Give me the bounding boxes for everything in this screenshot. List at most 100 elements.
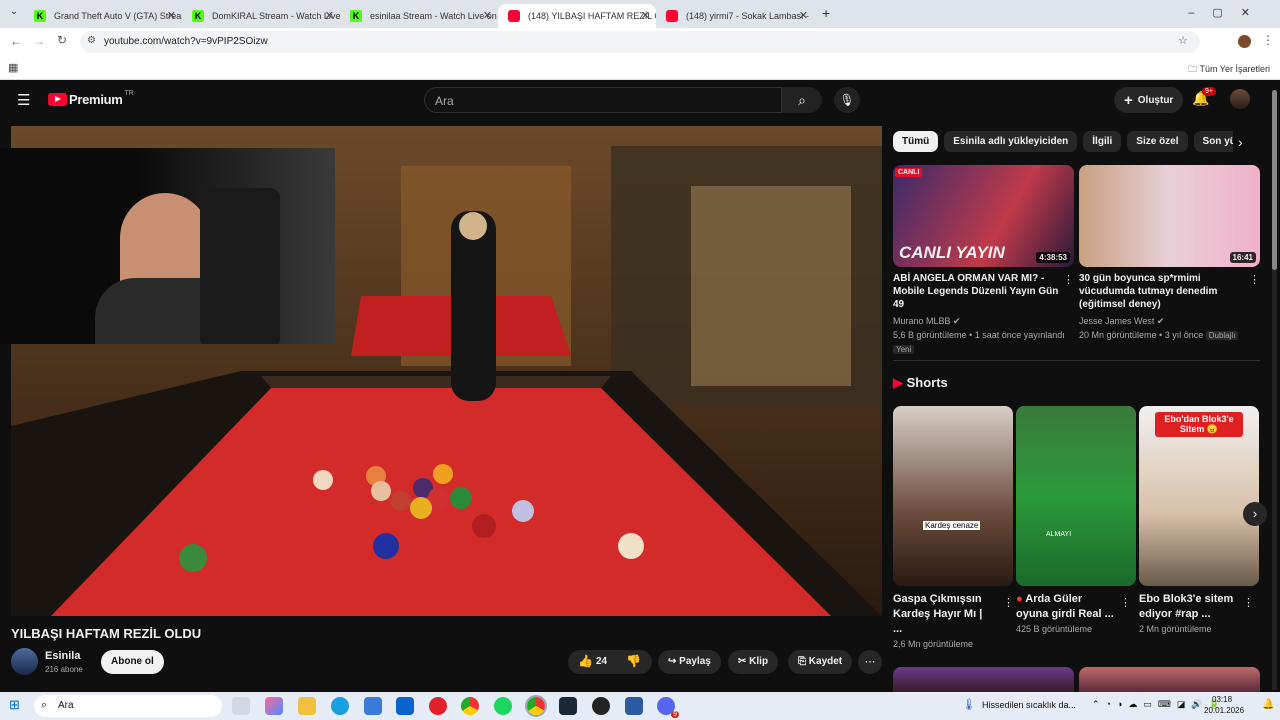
short-thumbnail[interactable]: Ebo'dan Blok3'e Sitem 😠 <box>1139 406 1259 586</box>
chrome-icon[interactable] <box>461 697 479 715</box>
copilot-icon[interactable] <box>265 697 283 715</box>
notification-bell-icon[interactable]: 🔔 <box>1262 699 1274 710</box>
channel-name[interactable]: Esinila <box>45 650 80 662</box>
kebab-menu-icon[interactable]: ⋮ <box>1063 273 1074 286</box>
short-2[interactable]: ALMAYI ● Arda Güler oyuna girdi Real ...… <box>1016 406 1136 634</box>
chip-uploader[interactable]: Esinila adlı yükleyiciden <box>944 131 1078 152</box>
hamburger-menu-icon[interactable]: ☰ <box>17 91 30 109</box>
shorts-next-button[interactable]: › <box>1243 502 1267 526</box>
chip-for-you[interactable]: Size özel <box>1127 131 1188 152</box>
windows-start-icon[interactable]: ⊞ <box>9 697 20 713</box>
store-icon[interactable] <box>364 697 382 715</box>
channel-name[interactable]: Murano MLBB <box>893 316 951 326</box>
create-button[interactable]: + Oluştur <box>1114 87 1184 113</box>
tab-title: (148) YILBAŞI HAFTAM REZİL O <box>528 11 656 21</box>
back-icon[interactable]: ← <box>10 34 22 48</box>
tab-5[interactable]: (148) yirmi7 - Sokak Lambası - ✕ <box>656 4 814 28</box>
close-icon[interactable]: ✕ <box>167 9 176 22</box>
related-video-1[interactable]: CANLI CANLI YAYIN 4:38:53 ABİ ANGELA ORM… <box>893 165 1074 357</box>
short-3[interactable]: Ebo'dan Blok3'e Sitem 😠 Ebo Blok3'e site… <box>1139 406 1259 634</box>
apps-grid-icon[interactable]: ▦ <box>8 61 18 74</box>
profile-avatar[interactable] <box>1238 35 1251 48</box>
related-video-2[interactable]: 16:41 30 gün boyunca sp*rmimi vücudumda … <box>1079 165 1260 343</box>
bookmark-star-icon[interactable]: ☆ <box>1178 34 1188 47</box>
page-scrollbar[interactable] <box>1272 90 1277 690</box>
account-avatar[interactable] <box>1230 89 1250 109</box>
search-input[interactable]: Ara <box>424 87 782 113</box>
chevron-right-icon[interactable]: › <box>1238 134 1243 150</box>
kebab-menu-icon[interactable]: ⋮ <box>1249 273 1260 286</box>
like-button[interactable]: 👍 <box>578 654 593 668</box>
chrome-active-icon[interactable] <box>525 695 547 717</box>
reload-icon[interactable]: ↻ <box>57 33 67 47</box>
menu-icon[interactable]: ⋮ <box>1262 33 1274 47</box>
close-icon[interactable]: ✕ <box>325 9 334 22</box>
clip-button[interactable]: ✂ Klip <box>728 650 779 674</box>
url-text: youtube.com/watch?v=9vPIP2SOizw <box>104 36 268 47</box>
short-1[interactable]: Kardeş cenaze Gaspa Çıkmışsın Kardeş Hay… <box>893 406 1014 649</box>
discord-icon[interactable]: 9 <box>657 697 679 718</box>
share-button[interactable]: ↪ Paylaş <box>658 650 721 674</box>
tab-search-icon[interactable]: ⌄ <box>6 6 22 22</box>
more-actions-button[interactable]: ⋯ <box>858 650 882 674</box>
video-thumbnail[interactable]: 16:41 <box>1079 165 1260 267</box>
obs-icon[interactable] <box>592 697 610 715</box>
windows-taskbar: ⊞ ⌕ Ara 9 🌡 Hissedilen sıcaklık da... ⌃◔◑… <box>0 692 1280 720</box>
kebab-menu-icon[interactable]: ⋮ <box>1003 596 1014 609</box>
save-button[interactable]: ⎘ Kaydet <box>788 650 853 674</box>
kebab-menu-icon[interactable]: ⋮ <box>1120 596 1131 609</box>
live-tag: CANLI <box>895 168 923 177</box>
tab-4-active[interactable]: (148) YILBAŞI HAFTAM REZİL O ✕ <box>498 4 656 28</box>
close-icon[interactable]: ✕ <box>799 9 808 22</box>
youtube-logo[interactable]: Premium TR <box>48 90 134 107</box>
tab-3[interactable]: Kesinilaa Stream - Watch Live on ✕ <box>340 4 498 28</box>
site-info-icon[interactable]: ⚙ <box>87 35 96 46</box>
video-thumbnail-partial[interactable] <box>893 667 1074 692</box>
tab-1[interactable]: K Grand Theft Auto V (GTA) Stream ✕ <box>24 4 182 28</box>
chip-recent[interactable]: Son yüklenenler <box>1193 131 1233 152</box>
clock-time[interactable]: 03:18 <box>1212 695 1232 704</box>
chip-related[interactable]: İlgili <box>1083 131 1122 152</box>
search-button[interactable]: ⌕ <box>782 87 822 113</box>
duration-badge: 4:38:53 <box>1036 252 1070 263</box>
subscribe-button[interactable]: Abone ol <box>101 650 164 674</box>
close-icon[interactable]: ✕ <box>641 9 650 22</box>
task-view-icon[interactable] <box>232 697 250 715</box>
kebab-menu-icon[interactable]: ⋮ <box>1243 596 1254 609</box>
chip-all[interactable]: Tümü <box>893 131 939 152</box>
short-thumbnail[interactable]: Kardeş cenaze <box>893 406 1013 586</box>
all-bookmarks[interactable]: 🗀 Tüm Yer İşaretleri <box>1188 62 1270 78</box>
divider <box>893 360 1260 361</box>
forward-icon[interactable]: → <box>33 34 45 48</box>
dislike-button[interactable]: 👎 <box>626 654 641 668</box>
address-bar-row: ← → ↻ ⚙ youtube.com/watch?v=9vPIP2SOizw … <box>0 28 1280 56</box>
opera-icon[interactable] <box>429 697 447 715</box>
window-controls[interactable]: –▢✕ <box>1188 6 1268 19</box>
tab-2[interactable]: K DomKIRAL Stream - Watch Live ✕ <box>182 4 340 28</box>
video-title: YILBAŞI HAFTAM REZİL OLDU <box>11 626 202 641</box>
file-explorer-icon[interactable] <box>298 697 316 715</box>
bookmarks-bar: ▦ 🗀 Tüm Yer İşaretleri <box>0 56 1280 80</box>
steam-icon[interactable] <box>559 697 577 715</box>
clock-date[interactable]: 20.01.2026 <box>1204 706 1244 715</box>
channel-avatar[interactable] <box>11 648 38 675</box>
taskbar-search[interactable]: ⌕ Ara <box>34 695 222 717</box>
weather-text[interactable]: Hissedilen sıcaklık da... <box>982 700 1076 710</box>
outlook-icon[interactable] <box>396 697 414 715</box>
edge-icon[interactable] <box>331 697 349 715</box>
notifications-button[interactable]: 🔔 9+ <box>1192 87 1216 107</box>
short-thumbnail[interactable]: ALMAYI <box>1016 406 1136 586</box>
video-thumbnail-partial[interactable] <box>1079 667 1260 692</box>
spotify-icon[interactable] <box>494 697 512 715</box>
new-tab-icon[interactable]: + <box>822 5 830 21</box>
youtube-icon <box>508 10 520 22</box>
app-icon[interactable] <box>625 697 643 715</box>
close-icon[interactable]: ✕ <box>483 9 492 22</box>
scissors-icon: ✂ <box>738 656 750 667</box>
verified-icon: ✔ <box>953 316 961 326</box>
url-field[interactable]: ⚙ youtube.com/watch?v=9vPIP2SOizw ☆ <box>80 31 1200 53</box>
voice-search-button[interactable]: 🎙 <box>834 87 860 113</box>
shorts-heading: ▶ Shorts <box>893 375 948 390</box>
video-thumbnail[interactable]: CANLI CANLI YAYIN 4:38:53 <box>893 165 1074 267</box>
channel-name[interactable]: Jesse James West <box>1079 316 1154 326</box>
